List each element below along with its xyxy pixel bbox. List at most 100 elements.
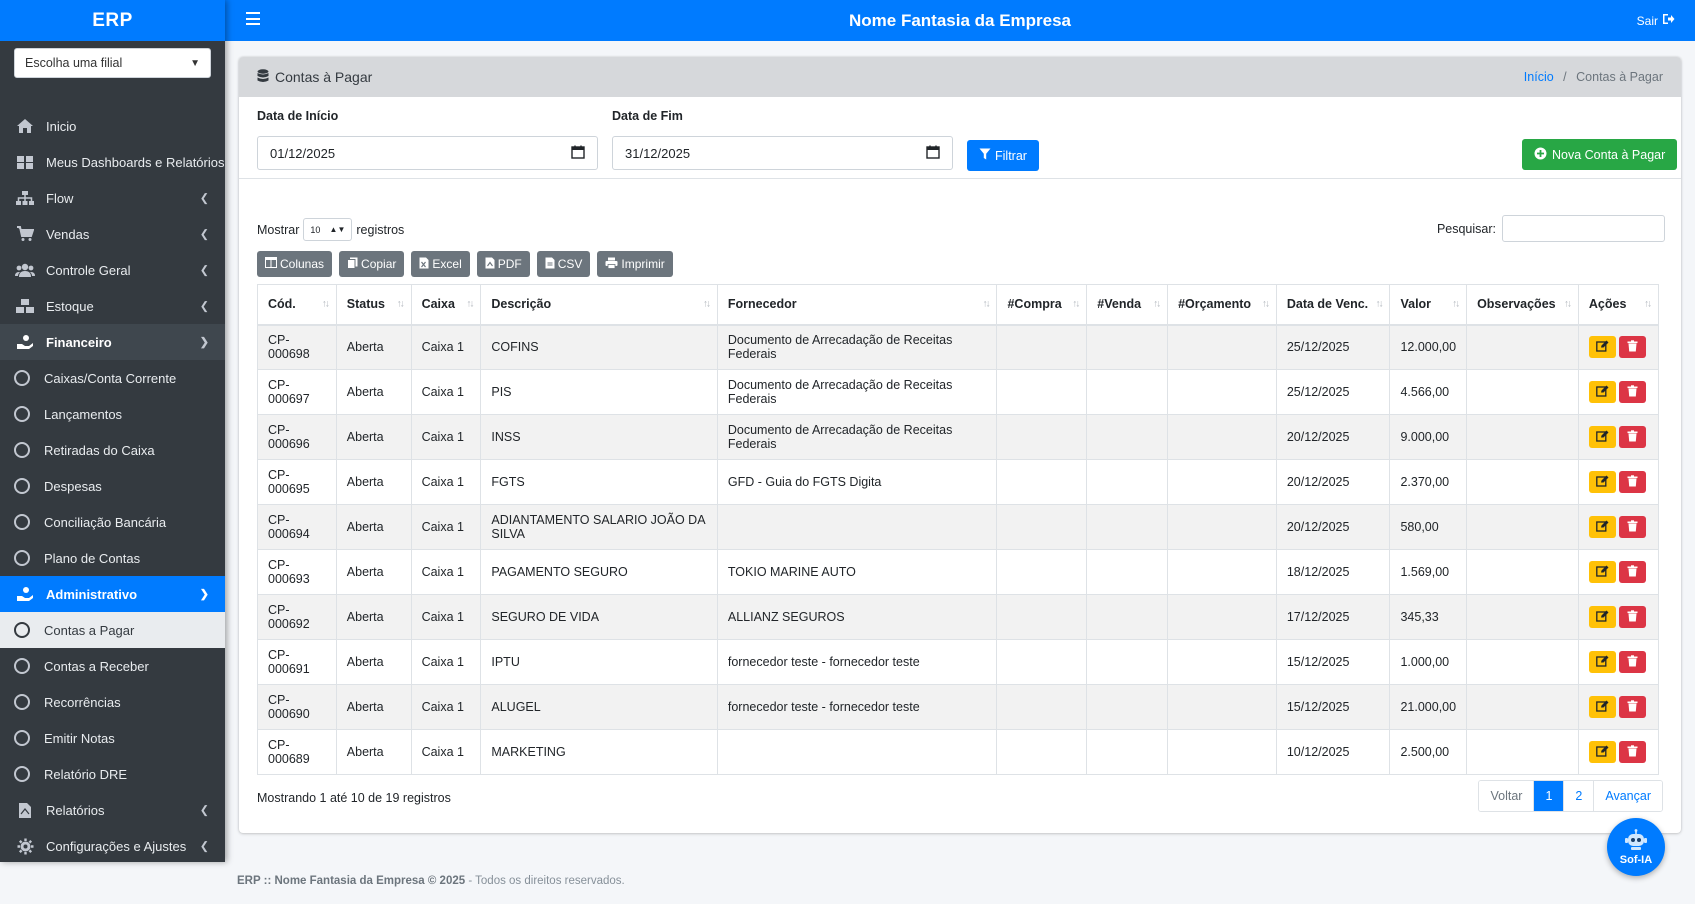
delete-button[interactable] [1619, 516, 1646, 538]
sidebar: ERP Escolha uma filial ▼ Inicio Meus Das… [0, 0, 225, 862]
delete-button[interactable] [1619, 606, 1646, 628]
sidebar-item-despesas[interactable]: Despesas [0, 468, 225, 504]
sitemap-icon [14, 189, 36, 207]
table-row[interactable]: CP-000690 Aberta Caixa 1 ALUGEL forneced… [257, 684, 1660, 730]
sidebar-item-relatorio-dre[interactable]: Relatório DRE [0, 756, 225, 792]
delete-button[interactable] [1619, 741, 1646, 763]
sidebar-item-estoque[interactable]: Estoque ❮ [0, 288, 225, 324]
pagination-prev[interactable]: Voltar [1479, 781, 1534, 811]
sidebar-item-emitir-notas[interactable]: Emitir Notas [0, 720, 225, 756]
column-header-fornecedor[interactable]: Fornecedor ↑↓ [716, 284, 998, 326]
delete-button[interactable] [1619, 381, 1646, 403]
edit-button[interactable] [1589, 516, 1616, 538]
column-header-compra[interactable]: #Compra ↑↓ [996, 284, 1088, 326]
edit-button[interactable] [1589, 426, 1616, 448]
pagination-page-1[interactable]: 1 [1533, 781, 1564, 811]
sidebar-item-recorrencias[interactable]: Recorrências [0, 684, 225, 720]
cell-status: Aberta [335, 549, 412, 595]
sidebar-item-contas-receber[interactable]: Contas a Receber [0, 648, 225, 684]
edit-button[interactable] [1589, 471, 1616, 493]
excel-button[interactable]: Excel [411, 251, 470, 277]
sidebar-item-conciliacao[interactable]: Conciliação Bancária [0, 504, 225, 540]
pagination-next[interactable]: Avançar [1593, 781, 1662, 811]
file-pdf-icon [485, 257, 495, 272]
column-header-venda[interactable]: #Venda ↑↓ [1086, 284, 1169, 326]
sidebar-item-inicio[interactable]: Inicio [0, 108, 225, 144]
breadcrumb-home-link[interactable]: Início [1524, 70, 1554, 84]
copy-button[interactable]: Copiar [339, 251, 405, 277]
end-date-input[interactable]: 31/12/2025 [612, 136, 953, 170]
table-row[interactable]: CP-000689 Aberta Caixa 1 MARKETING 10/12… [257, 729, 1660, 775]
table-row[interactable]: CP-000695 Aberta Caixa 1 FGTS GFD - Guia… [257, 459, 1660, 505]
table-row[interactable]: CP-000698 Aberta Caixa 1 COFINS Document… [257, 324, 1660, 370]
sidebar-item-lancamentos[interactable]: Lançamentos [0, 396, 225, 432]
sidebar-item-financeiro[interactable]: Financeiro ❯ [0, 324, 225, 360]
column-header-valor[interactable]: Valor ↑↓ [1389, 284, 1468, 326]
branch-select[interactable]: Escolha uma filial ▼ [14, 48, 211, 78]
columns-button[interactable]: Colunas [257, 251, 333, 277]
table-row[interactable]: CP-000696 Aberta Caixa 1 INSS Documento … [257, 414, 1660, 460]
database-icon [257, 68, 269, 86]
table-row[interactable]: CP-000694 Aberta Caixa 1 ADIANTAMENTO SA… [257, 504, 1660, 550]
filter-button[interactable]: Filtrar [967, 140, 1039, 171]
table-row[interactable]: CP-000692 Aberta Caixa 1 SEGURO DE VIDA … [257, 594, 1660, 640]
sidebar-item-relatorios[interactable]: Relatórios ❮ [0, 792, 225, 828]
cell-orcamento [1167, 369, 1277, 415]
new-payable-button[interactable]: Nova Conta à Pagar [1522, 139, 1678, 170]
sidebar-item-vendas[interactable]: Vendas ❮ [0, 216, 225, 252]
search-input[interactable] [1502, 215, 1665, 242]
sidebar-item-configuracoes[interactable]: Configurações e Ajustes ❮ [0, 828, 225, 864]
assistant-button[interactable]: Sof-IA [1607, 818, 1665, 876]
sidebar-item-label: Plano de Contas [44, 550, 141, 566]
table-row[interactable]: CP-000693 Aberta Caixa 1 PAGAMENTO SEGUR… [257, 549, 1660, 595]
column-header-descricao[interactable]: Descrição ↑↓ [480, 284, 718, 326]
column-header-caixa[interactable]: Caixa ↑↓ [410, 284, 482, 326]
delete-button[interactable] [1619, 471, 1646, 493]
pagination-page-2[interactable]: 2 [1563, 781, 1594, 811]
edit-button[interactable] [1589, 606, 1616, 628]
column-header-acoes[interactable]: Ações ↑↓ [1577, 284, 1660, 326]
page-length-select[interactable]: 10 ▲▼ [303, 218, 353, 241]
sidebar-item-retiradas[interactable]: Retiradas do Caixa [0, 432, 225, 468]
csv-button[interactable]: CSV [536, 251, 591, 277]
row-actions [1589, 516, 1648, 538]
sidebar-item-controle-geral[interactable]: Controle Geral ❮ [0, 252, 225, 288]
edit-button[interactable] [1589, 336, 1616, 359]
delete-button[interactable] [1619, 426, 1646, 448]
column-header-vencimento[interactable]: Data de Venc. ↑↓ [1275, 284, 1391, 326]
edit-button[interactable] [1589, 651, 1616, 673]
column-header-observacoes[interactable]: Observações ↑↓ [1466, 284, 1579, 326]
delete-button[interactable] [1619, 336, 1646, 359]
column-header-status[interactable]: Status ↑↓ [335, 284, 412, 326]
circle-icon [14, 622, 30, 638]
cell-compra [996, 594, 1088, 640]
circle-icon [14, 406, 30, 422]
sidebar-item-contas-pagar[interactable]: Contas a Pagar [0, 612, 225, 648]
sidebar-item-flow[interactable]: Flow ❮ [0, 180, 225, 216]
print-button[interactable]: Imprimir [597, 251, 673, 277]
delete-button[interactable] [1619, 651, 1646, 673]
circle-icon [14, 658, 30, 674]
page-title: Contas à Pagar [257, 68, 372, 86]
brand-logo[interactable]: ERP [0, 0, 225, 41]
trash-icon [1627, 519, 1638, 535]
table-row[interactable]: CP-000697 Aberta Caixa 1 PIS Documento d… [257, 369, 1660, 415]
edit-button[interactable] [1589, 381, 1616, 403]
sidebar-item-plano-contas[interactable]: Plano de Contas [0, 540, 225, 576]
sidebar-item-dashboards[interactable]: Meus Dashboards e Relatórios [0, 144, 225, 180]
delete-button[interactable] [1619, 561, 1646, 583]
sidebar-item-administrativo[interactable]: Administrativo ❯ [0, 576, 225, 612]
column-header-orcamento[interactable]: #Orçamento ↑↓ [1167, 284, 1277, 326]
logout-link[interactable]: Sair [1637, 13, 1675, 28]
sidebar-item-caixas[interactable]: Caixas/Conta Corrente [0, 360, 225, 396]
pdf-button[interactable]: PDF [476, 251, 530, 277]
delete-button[interactable] [1619, 696, 1646, 718]
edit-button[interactable] [1589, 561, 1616, 583]
start-date-input[interactable]: 01/12/2025 [257, 136, 598, 170]
pagination: Voltar 1 2 Avançar [1478, 780, 1663, 812]
assistant-label: Sof-IA [1619, 853, 1653, 866]
edit-button[interactable] [1589, 741, 1616, 763]
edit-button[interactable] [1589, 696, 1616, 718]
table-row[interactable]: CP-000691 Aberta Caixa 1 IPTU fornecedor… [257, 639, 1660, 685]
column-header-cod[interactable]: Cód. ↑↓ [257, 284, 337, 326]
